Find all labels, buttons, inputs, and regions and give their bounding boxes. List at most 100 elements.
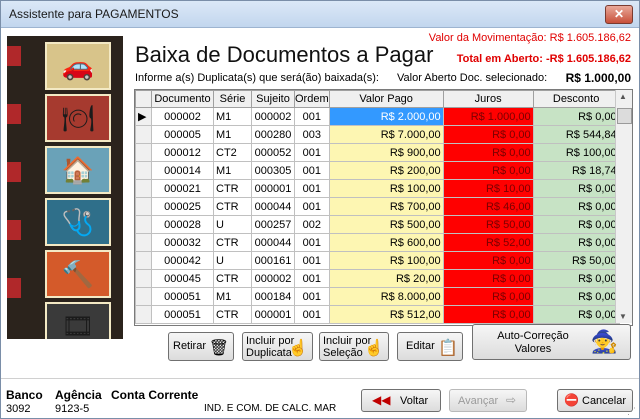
cell-ordem[interactable]: 001 [294, 233, 330, 252]
incluir-selecao-button[interactable]: Incluir por Seleção ☝ [319, 332, 389, 361]
cell-documento[interactable]: 000051 [151, 305, 214, 324]
cell-ordem[interactable]: 001 [294, 161, 330, 180]
cell-valor-pago[interactable]: R$ 500,00 [328, 215, 444, 234]
column-header-desconto[interactable]: Desconto [532, 90, 620, 108]
cell-documento[interactable]: 000042 [151, 251, 214, 270]
column-header-documento[interactable]: Documento [151, 90, 214, 108]
table-row[interactable]: 000042 U 000161 001 R$ 100,00 R$ 0,00 R$… [135, 251, 620, 270]
cell-documento[interactable]: 000032 [151, 233, 214, 252]
cell-serie[interactable]: CT2 [213, 143, 252, 162]
cell-juros[interactable]: R$ 46,00 [442, 197, 534, 216]
cell-desconto[interactable]: R$ 0,00 [532, 179, 620, 198]
cell-sujeito[interactable]: 000257 [251, 215, 295, 234]
cell-ordem[interactable]: 001 [294, 287, 330, 306]
cell-valor-pago[interactable]: R$ 8.000,00 [328, 287, 444, 306]
cell-desconto[interactable]: R$ 0,00 [532, 107, 620, 126]
cell-desconto[interactable]: R$ 0,00 [532, 233, 620, 252]
cell-ordem[interactable]: 001 [294, 305, 330, 324]
column-header-serie[interactable]: Série [213, 90, 252, 108]
cell-documento[interactable]: 000012 [151, 143, 214, 162]
cell-valor-pago[interactable]: R$ 700,00 [328, 197, 444, 216]
cell-sujeito[interactable]: 000002 [251, 107, 295, 126]
cell-valor-pago[interactable]: R$ 2.000,00 [328, 107, 444, 126]
cell-serie[interactable]: CTR [213, 233, 252, 252]
cell-serie[interactable]: CTR [213, 269, 252, 288]
cell-ordem[interactable]: 002 [294, 215, 330, 234]
table-row[interactable]: 000028 U 000257 002 R$ 500,00 R$ 50,00 R… [135, 215, 620, 234]
cell-sujeito[interactable]: 000002 [251, 269, 295, 288]
cell-desconto[interactable]: R$ 0,00 [532, 305, 620, 324]
table-row[interactable]: 000025 CTR 000044 001 R$ 700,00 R$ 46,00… [135, 197, 620, 216]
scroll-down-arrow-icon[interactable]: ▼ [619, 312, 627, 321]
grid-vertical-scrollbar[interactable]: ▲ ▼ [615, 90, 632, 323]
scrollbar-thumb[interactable] [617, 108, 632, 124]
cell-sujeito[interactable]: 000001 [251, 179, 295, 198]
cell-documento[interactable]: 000005 [151, 125, 214, 144]
cell-valor-pago[interactable]: R$ 512,00 [328, 305, 444, 324]
cell-valor-pago[interactable]: R$ 20,00 [328, 269, 444, 288]
table-row[interactable]: 000021 CTR 000001 001 R$ 100,00 R$ 10,00… [135, 179, 620, 198]
cell-ordem[interactable]: 001 [294, 107, 330, 126]
cell-juros[interactable]: R$ 0,00 [442, 287, 534, 306]
cell-juros[interactable]: R$ 0,00 [442, 269, 534, 288]
cell-desconto[interactable]: R$ 0,00 [532, 197, 620, 216]
cell-documento[interactable]: 000002 [151, 107, 214, 126]
cell-documento[interactable]: 000014 [151, 161, 214, 180]
resize-grip-icon[interactable]: ⋰ [627, 406, 637, 416]
column-header-juros[interactable]: Juros [442, 90, 534, 108]
cell-ordem[interactable]: 001 [294, 179, 330, 198]
table-row[interactable]: 000012 CT2 000052 001 R$ 900,00 R$ 0,00 … [135, 143, 620, 162]
cell-juros[interactable]: R$ 10,00 [442, 179, 534, 198]
cell-sujeito[interactable]: 000044 [251, 197, 295, 216]
cell-serie[interactable]: U [213, 215, 252, 234]
cell-documento[interactable]: 000051 [151, 287, 214, 306]
cell-juros[interactable]: R$ 0,00 [442, 143, 534, 162]
cell-valor-pago[interactable]: R$ 100,00 [328, 179, 444, 198]
cell-serie[interactable]: M1 [213, 287, 252, 306]
cell-documento[interactable]: 000021 [151, 179, 214, 198]
cell-documento[interactable]: 000045 [151, 269, 214, 288]
cell-sujeito[interactable]: 000161 [251, 251, 295, 270]
cell-sujeito[interactable]: 000052 [251, 143, 295, 162]
column-header-valor-pago[interactable]: Valor Pago [328, 90, 444, 108]
scroll-up-arrow-icon[interactable]: ▲ [619, 92, 627, 101]
table-row[interactable]: 000005 M1 000280 003 R$ 7.000,00 R$ 0,00… [135, 125, 620, 144]
cell-juros[interactable]: R$ 50,00 [442, 215, 534, 234]
documents-grid[interactable]: Documento Série Sujeito Ordem Valor Pago… [134, 89, 633, 326]
cell-valor-pago[interactable]: R$ 600,00 [328, 233, 444, 252]
cell-ordem[interactable]: 003 [294, 125, 330, 144]
cell-sujeito[interactable]: 000280 [251, 125, 295, 144]
cell-sujeito[interactable]: 000184 [251, 287, 295, 306]
close-button[interactable]: ✕ [605, 5, 633, 24]
cell-juros[interactable]: R$ 0,00 [442, 125, 534, 144]
cell-sujeito[interactable]: 000305 [251, 161, 295, 180]
table-row[interactable]: 000014 M1 000305 001 R$ 200,00 R$ 0,00 R… [135, 161, 620, 180]
cell-serie[interactable]: U [213, 251, 252, 270]
editar-button[interactable]: Editar 📋 [397, 332, 463, 361]
cell-documento[interactable]: 000028 [151, 215, 214, 234]
auto-correcao-button[interactable]: Auto-Correção Valores 🧙 [472, 324, 631, 360]
cell-juros[interactable]: R$ 0,00 [442, 251, 534, 270]
voltar-button[interactable]: ◀◀ Voltar [361, 389, 441, 412]
cell-serie[interactable]: M1 [213, 161, 252, 180]
table-row[interactable]: ▶ 000002 M1 000002 001 R$ 2.000,00 R$ 1.… [135, 107, 620, 126]
avancar-button[interactable]: Avançar ⇨ [449, 389, 527, 412]
table-row[interactable]: 000051 CTR 000001 001 R$ 512,00 R$ 0,00 … [135, 305, 620, 324]
table-row[interactable]: 000032 CTR 000044 001 R$ 600,00 R$ 52,00… [135, 233, 620, 252]
cell-juros[interactable]: R$ 0,00 [442, 305, 534, 324]
table-row[interactable]: 000045 CTR 000002 001 R$ 20,00 R$ 0,00 R… [135, 269, 620, 288]
cell-desconto[interactable]: R$ 100,00 [532, 143, 620, 162]
cell-valor-pago[interactable]: R$ 100,00 [328, 251, 444, 270]
cell-desconto[interactable]: R$ 0,00 [532, 269, 620, 288]
cell-desconto[interactable]: R$ 50,00 [532, 251, 620, 270]
cell-documento[interactable]: 000025 [151, 197, 214, 216]
column-header-sujeito[interactable]: Sujeito [251, 90, 295, 108]
cell-serie[interactable]: CTR [213, 197, 252, 216]
retirar-button[interactable]: Retirar 🗑 [168, 332, 234, 361]
cell-desconto[interactable]: R$ 18,74 [532, 161, 620, 180]
cell-sujeito[interactable]: 000001 [251, 305, 295, 324]
cell-juros[interactable]: R$ 1.000,00 [442, 107, 534, 126]
table-row[interactable]: 000051 M1 000184 001 R$ 8.000,00 R$ 0,00… [135, 287, 620, 306]
cell-ordem[interactable]: 001 [294, 251, 330, 270]
incluir-duplicata-button[interactable]: Incluir por Duplicata ☝ [242, 332, 313, 361]
